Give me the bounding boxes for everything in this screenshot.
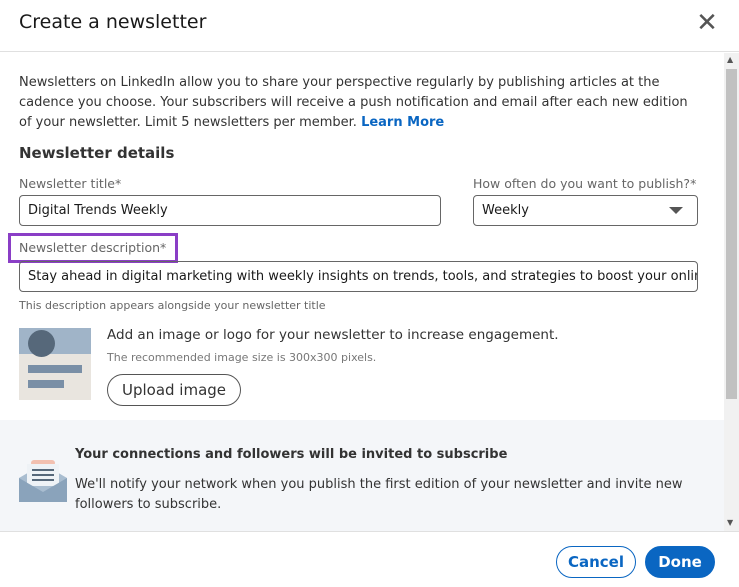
- intro-text: Newsletters on LinkedIn allow you to sha…: [19, 73, 699, 133]
- scrollbar-thumb[interactable]: [726, 69, 737, 399]
- title-input[interactable]: Digital Trends Weekly: [19, 195, 441, 226]
- title-label: Newsletter title*: [19, 176, 122, 191]
- dialog-footer: Cancel Done: [0, 531, 739, 587]
- dialog-title: Create a newsletter: [19, 11, 207, 33]
- description-hint: This description appears alongside your …: [19, 299, 326, 312]
- frequency-value: Weekly: [482, 203, 529, 218]
- frequency-label: How often do you want to publish?*: [473, 176, 697, 191]
- scroll-down-icon[interactable]: ▼: [727, 519, 733, 527]
- frequency-select[interactable]: Weekly: [473, 195, 698, 226]
- info-body: We'll notify your network when you publi…: [75, 477, 683, 512]
- description-label: Newsletter description*: [19, 240, 167, 255]
- invite-info-panel: Your connections and followers will be i…: [0, 420, 724, 531]
- scrollbar[interactable]: ▲ ▼: [724, 53, 739, 531]
- description-input[interactable]: Stay ahead in digital marketing with wee…: [19, 261, 698, 292]
- chevron-down-icon: [669, 207, 683, 214]
- dialog-header: Create a newsletter ✕: [0, 0, 739, 52]
- image-placeholder: [19, 328, 91, 400]
- info-heading: Your connections and followers will be i…: [75, 447, 508, 462]
- upload-image-button[interactable]: Upload image: [107, 374, 241, 406]
- cancel-button[interactable]: Cancel: [556, 546, 636, 578]
- dialog-body: Newsletters on LinkedIn allow you to sha…: [0, 53, 724, 531]
- learn-more-link[interactable]: Learn More: [361, 115, 444, 130]
- image-prompt: Add an image or logo for your newsletter…: [107, 327, 559, 343]
- close-icon[interactable]: ✕: [694, 10, 720, 36]
- scroll-up-icon[interactable]: ▲: [727, 56, 733, 64]
- section-heading: Newsletter details: [19, 144, 175, 162]
- done-button[interactable]: Done: [645, 546, 715, 578]
- image-recommendation: The recommended image size is 300x300 pi…: [107, 351, 377, 364]
- envelope-icon: [19, 460, 67, 502]
- intro-body: Newsletters on LinkedIn allow you to sha…: [19, 75, 688, 130]
